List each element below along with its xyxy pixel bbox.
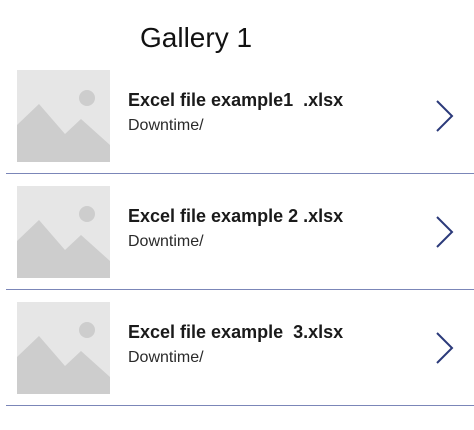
- image-placeholder-icon: [17, 70, 110, 162]
- chevron-right-icon[interactable]: [434, 98, 456, 134]
- item-title: Excel file example 2 .xlsx: [128, 206, 344, 226]
- gallery-item[interactable]: Excel file example1 .xlsx Downtime/: [0, 58, 474, 174]
- item-title: Excel file example1 .xlsx: [128, 90, 344, 110]
- chevron-right-icon[interactable]: [434, 214, 456, 250]
- item-separator: [6, 405, 474, 406]
- gallery-list: Excel file example1 .xlsx Downtime/ Exce…: [0, 58, 474, 406]
- item-subtitle: Downtime/: [128, 117, 204, 134]
- item-title: Excel file example 3.xlsx: [128, 322, 344, 342]
- gallery-title: Gallery 1: [140, 22, 253, 53]
- image-placeholder-icon: [17, 302, 110, 394]
- item-subtitle: Downtime/: [128, 349, 204, 366]
- gallery-item[interactable]: Excel file example 3.xlsx Downtime/: [0, 290, 474, 406]
- gallery-screen: Gallery 1 Excel file example1 .xlsx Down…: [0, 0, 474, 430]
- chevron-right-icon[interactable]: [434, 330, 456, 366]
- gallery-item[interactable]: Excel file example 2 .xlsx Downtime/: [0, 174, 474, 290]
- image-placeholder-icon: [17, 186, 110, 278]
- item-subtitle: Downtime/: [128, 233, 204, 250]
